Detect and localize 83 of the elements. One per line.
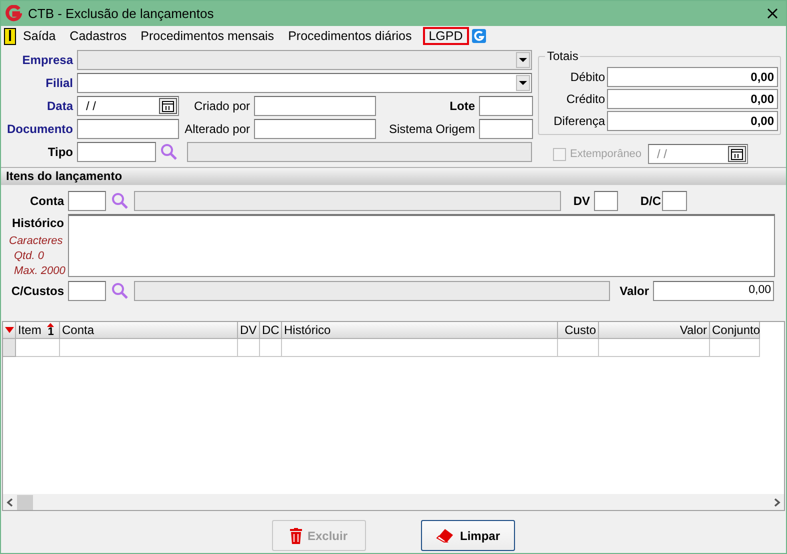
field-label: Empresa xyxy=(21,52,73,69)
column-header[interactable]: DC xyxy=(260,322,282,339)
calendar-button[interactable] xyxy=(159,98,177,114)
trash-icon xyxy=(290,528,302,544)
column-header[interactable]: Histórico xyxy=(282,322,558,339)
sort-order: 1 xyxy=(48,327,54,337)
menu-item[interactable]: Saída xyxy=(19,27,60,45)
total-field: 0,00 xyxy=(607,111,778,131)
column-header[interactable]: Conta xyxy=(60,322,238,339)
app-logo-icon xyxy=(5,5,22,22)
table-cell xyxy=(710,339,760,357)
field-label: Crédito xyxy=(565,91,605,108)
text-field[interactable] xyxy=(68,281,106,301)
total-field: 0,00 xyxy=(607,67,778,87)
field-label: C/Custos xyxy=(10,283,64,300)
field-label: Valor xyxy=(619,283,649,300)
text-field[interactable] xyxy=(662,191,687,211)
search-icon[interactable] xyxy=(111,282,129,300)
horizontal-scrollbar[interactable] xyxy=(3,494,784,510)
field-label: Filial xyxy=(44,75,73,92)
value-field[interactable]: 0,00 xyxy=(653,281,774,301)
field-label: Conta xyxy=(29,193,64,210)
text-field[interactable] xyxy=(77,119,179,139)
column-header[interactable]: DV xyxy=(238,322,260,339)
field-label: Alterado por xyxy=(184,121,250,138)
hint-text: Qtd. 0 xyxy=(14,249,44,264)
table-cell xyxy=(260,339,282,357)
text-field[interactable] xyxy=(68,191,106,211)
text-field[interactable] xyxy=(479,96,533,116)
field-label: D/C xyxy=(639,193,661,210)
search-icon[interactable] xyxy=(111,192,129,210)
column-header[interactable]: Custo xyxy=(558,322,599,339)
table-cell xyxy=(16,339,60,357)
calendar-icon xyxy=(162,100,174,112)
help-logo-icon[interactable] xyxy=(472,29,486,43)
column-header[interactable]: Valor xyxy=(599,322,710,339)
scroll-right-icon[interactable] xyxy=(773,498,781,506)
field-label: Documento xyxy=(6,121,73,138)
date-field[interactable]: / / xyxy=(77,96,179,116)
text-field[interactable] xyxy=(254,96,376,116)
field-label: Histórico xyxy=(10,215,64,232)
menu-item[interactable]: LGPD xyxy=(422,27,469,45)
field-label: Data xyxy=(46,98,73,115)
dropdown-arrow-icon xyxy=(519,58,527,62)
column-header[interactable]: Item 1 xyxy=(16,322,60,339)
field-label: Lote xyxy=(448,98,475,115)
scroll-thumb[interactable] xyxy=(17,494,33,510)
clear-button[interactable]: Limpar xyxy=(421,520,515,551)
combo-box[interactable] xyxy=(77,73,532,93)
menu-item[interactable]: Procedimentos mensais xyxy=(136,27,278,45)
section-header: Itens do lançamento xyxy=(1,167,786,185)
column-header[interactable]: Conjunto xyxy=(710,322,760,339)
scroll-left-icon[interactable] xyxy=(6,498,14,506)
door-icon xyxy=(4,28,16,44)
window-title: CTB - Exclusão de lançamentos xyxy=(28,4,214,23)
row-indicator-icon xyxy=(4,327,14,333)
table-cell xyxy=(238,339,260,357)
field-label: Criado por xyxy=(192,98,250,115)
text-field[interactable] xyxy=(77,142,156,162)
text-field[interactable] xyxy=(594,191,618,211)
text-field[interactable] xyxy=(479,119,533,139)
table-cell xyxy=(558,339,599,357)
checkbox-label: Extemporâneo xyxy=(570,146,643,162)
field-label: Tipo xyxy=(46,144,73,161)
total-field: 0,00 xyxy=(607,89,778,109)
sort-arrow-icon xyxy=(47,323,54,327)
field-label: Sistema Origem xyxy=(388,121,475,138)
field-label: Diferença xyxy=(552,113,605,130)
hint-text: Caracteres xyxy=(9,234,63,249)
dropdown-arrow-icon xyxy=(519,81,527,85)
hint-text: Max. 2000 xyxy=(14,264,66,279)
field-label: Débito xyxy=(569,69,605,86)
calendar-button[interactable] xyxy=(728,146,746,162)
field-label: DV xyxy=(572,193,590,210)
eraser-icon xyxy=(436,528,455,543)
text-area[interactable] xyxy=(68,214,775,277)
menu-item[interactable]: Cadastros xyxy=(66,27,131,45)
group-title: Totais xyxy=(545,49,580,63)
close-icon[interactable] xyxy=(767,8,778,19)
search-icon[interactable] xyxy=(160,143,178,161)
menu-item[interactable]: Procedimentos diários xyxy=(284,27,416,45)
calendar-icon xyxy=(731,148,743,160)
text-field[interactable] xyxy=(254,119,376,139)
